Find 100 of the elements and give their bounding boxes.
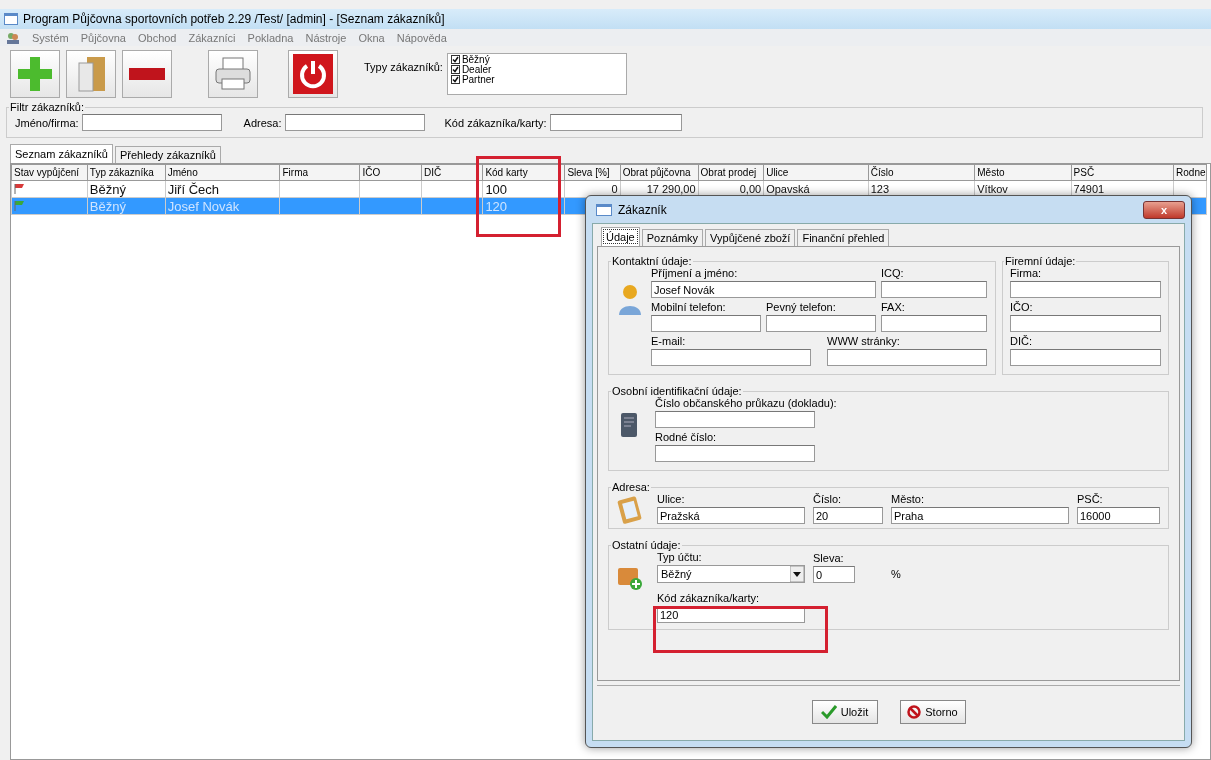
menu-item[interactable]: Systém [32,31,69,44]
print-button[interactable] [208,49,258,98]
column-header[interactable]: Kód karty [482,164,565,181]
tab[interactable]: Vypůjčené zboží [705,229,796,246]
tab[interactable]: Seznam zákazníků [10,144,113,163]
menu-item[interactable]: Půjčovna [80,31,126,44]
users-icon [6,31,20,44]
window-title: Program Půjčovna sportovních potřeb 2.29 /Test/ [admin] - [Seznam zákazníků] [23,12,445,26]
save-button[interactable]: Uložit [811,699,878,724]
column-header[interactable]: Stav vypůjčení [11,164,88,181]
checkbox[interactable] [450,75,460,84]
field-label: Číslo: [813,493,843,505]
field-label: DIČ: [1010,335,1033,347]
app-icon [4,13,18,25]
flag-icon [14,199,26,211]
address-field[interactable]: Pražská [657,507,805,524]
address-field[interactable]: 20 [813,507,883,524]
menu-item[interactable]: Nástroje [305,31,347,44]
close-button[interactable]: x [1143,200,1185,219]
group-title: Osobní identifikační údaje: [611,385,743,397]
unit-label: % [891,568,902,582]
field-label: Příjmení a jméno: [651,267,739,279]
fax-field[interactable] [881,315,987,332]
address-field[interactable]: 16000 [1077,507,1160,524]
field-label: Kód zákazníka/karty: [444,116,547,129]
column-header[interactable]: PSČ [1071,164,1174,181]
dropdown-icon [790,566,804,582]
web-field[interactable] [827,349,987,366]
menu-item[interactable]: Okna [358,31,385,44]
column-header[interactable]: Ulice [763,164,869,181]
id-field[interactable] [655,445,815,462]
checkbox[interactable] [450,65,460,74]
menu-item[interactable]: Zákazníci [188,31,236,44]
add-button[interactable] [10,49,60,98]
checkbox[interactable] [450,55,460,64]
column-header[interactable]: Číslo [868,164,975,181]
group-title: Adresa: [611,481,651,493]
icq-field[interactable] [881,281,987,298]
field-label: FAX: [881,301,906,313]
field-label: Kód zákazníka/karty: [657,592,761,604]
plus-icon [18,56,52,91]
field-label: Jméno/firma: [15,116,79,129]
box-add-icon [617,565,643,591]
menu-item[interactable]: Nápověda [396,31,447,44]
phone-field[interactable] [766,315,876,332]
company-field[interactable] [1010,315,1161,332]
column-header[interactable]: Typ zákazníka [87,164,166,181]
account-select[interactable]: Běžný [657,565,805,583]
column-header[interactable]: DIČ [421,164,483,181]
tab[interactable]: Poznámky [641,229,704,246]
remove-button[interactable] [122,49,172,98]
filter-field[interactable] [284,114,425,131]
checkbox-label: Běžný [461,54,490,65]
printer-icon [214,56,252,91]
power-icon [293,53,333,94]
open-button[interactable] [66,49,116,98]
window-icon [596,203,612,216]
column-header[interactable]: Sleva [%] [564,164,621,181]
column-header[interactable]: Rodne [1173,164,1207,181]
person-icon [617,283,643,315]
field-label: Číslo občanského průkazu (dokladu): [655,397,838,409]
prohibited-icon [907,704,922,719]
email-field[interactable] [651,349,811,366]
field-label: Typ účtu: [657,551,703,563]
checkbox-label: Dealer [461,64,492,75]
field-label: Pevný telefon: [766,301,837,313]
id-field[interactable] [655,411,815,428]
cancel-button[interactable]: Storno [899,699,966,724]
column-header[interactable]: Jméno [165,164,280,181]
minus-icon [129,67,165,80]
field-label: ICQ: [881,267,905,279]
company-field[interactable] [1010,281,1161,298]
filter-field[interactable] [549,114,682,131]
group-title: Ostatní údaje: [611,539,682,551]
column-header[interactable]: IČO [359,164,422,181]
tab[interactable]: Údaje [601,227,640,246]
field-label: Rodné číslo: [655,431,718,443]
mobile-field[interactable] [651,315,761,332]
field-label: WWW stránky: [827,335,901,347]
flag-icon [14,182,26,194]
column-header[interactable]: Obrat prodej [698,164,764,181]
power-button[interactable] [288,49,338,98]
field-label: PSČ: [1077,493,1104,505]
column-header[interactable]: Obrat půjčovna [620,164,699,181]
field-label: Adresa: [243,116,282,129]
column-header[interactable]: Město [974,164,1072,181]
menu-item[interactable]: Obchod [137,31,177,44]
column-header[interactable]: Firma [280,164,360,181]
discount-field[interactable]: 0 [813,566,855,583]
address-field[interactable]: Praha [891,507,1069,524]
filter-field[interactable] [81,114,222,131]
name-field[interactable]: Josef Novák [651,281,876,298]
checkbox-label: Partner [461,74,495,85]
group-title: Kontaktní údaje: [611,255,693,267]
field-label: Mobilní telefon: [651,301,727,313]
company-field[interactable] [1010,349,1161,366]
document-icon [621,413,637,437]
menu-item[interactable]: Pokladna [247,31,294,44]
tab[interactable]: Finanční přehled [797,229,890,246]
tab[interactable]: Přehledy zákazníků [114,146,221,163]
